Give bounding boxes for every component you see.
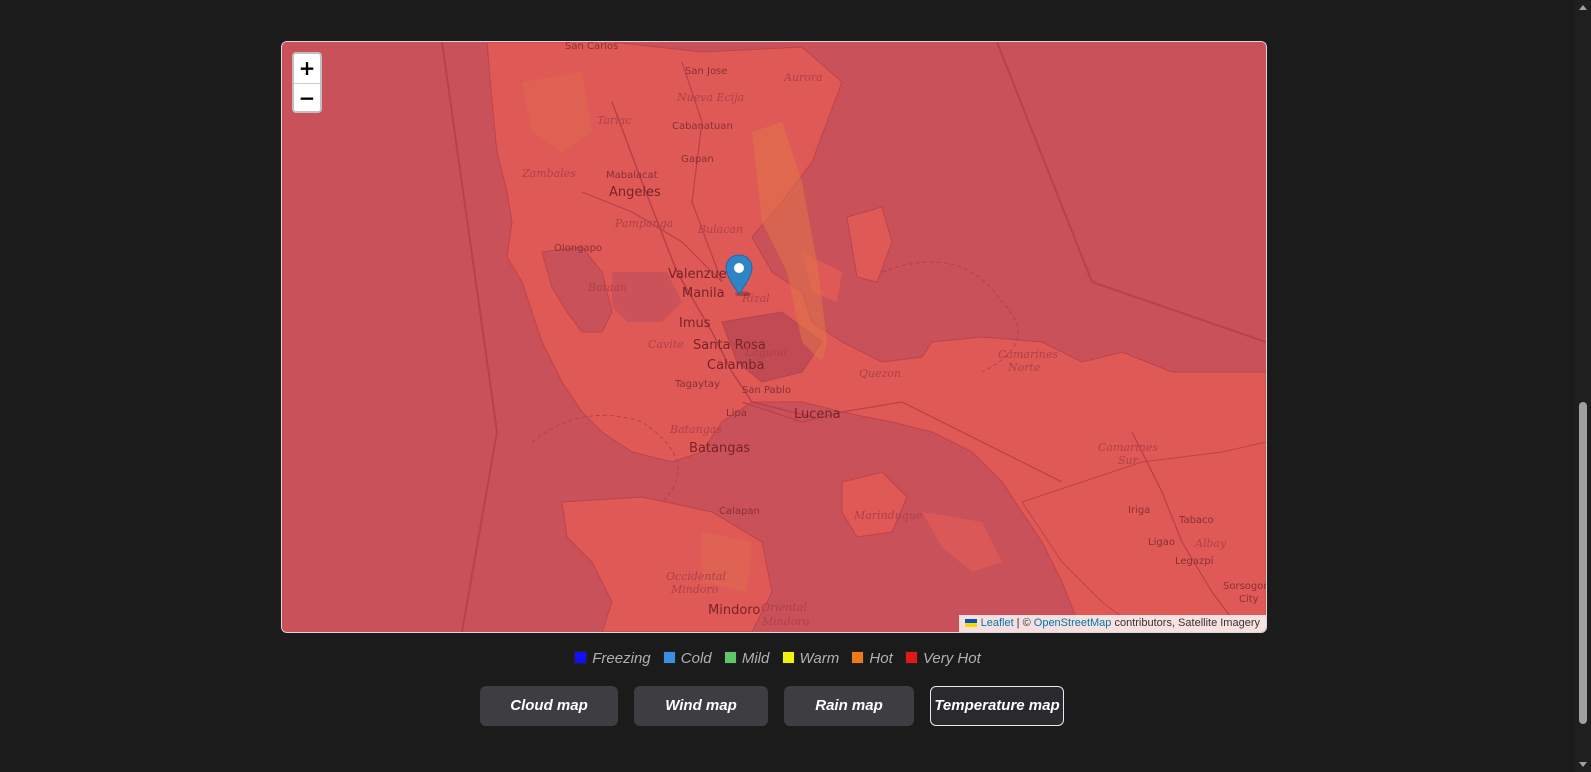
label-cabanatuan: Cabanatuan: [672, 121, 733, 132]
label-san-jose: San Jose: [685, 66, 728, 77]
legend-label-warm: Warm: [799, 650, 840, 667]
label-tabaco: Tabaco: [1179, 515, 1214, 526]
label-imus: Imus: [679, 316, 711, 331]
label-camarines-sur-2: Sur: [1118, 454, 1138, 467]
cloud-map-button[interactable]: Cloud map: [480, 686, 618, 726]
label-calamba: Calamba: [707, 358, 765, 373]
label-oriental-mindoro-2: Mindoro: [762, 615, 810, 628]
label-cavite: Cavite: [648, 338, 684, 351]
ukraine-flag-icon: [964, 619, 977, 627]
label-pampanga: Pampanga: [615, 217, 674, 230]
label-lucena: Lucena: [794, 407, 841, 422]
label-batangas: Batangas: [689, 441, 751, 456]
label-calapan: Calapan: [719, 506, 760, 517]
legend-swatch-mild: [723, 651, 737, 664]
label-camarines-sur-1: Camarines: [1098, 441, 1158, 454]
legend-label-cold: Cold: [680, 650, 712, 667]
scroll-up-arrow-icon[interactable]: [1579, 5, 1587, 10]
leaflet-link[interactable]: Leaflet: [981, 617, 1014, 629]
label-laguna: Laguna: [745, 346, 787, 359]
temperature-map[interactable]: San Carlos San Jose Aurora Nueva Ecija T…: [281, 41, 1267, 633]
scrollbar-thumb[interactable]: [1579, 402, 1587, 724]
legend-label-very-hot: Very Hot: [922, 650, 981, 667]
map-base-layer: [282, 42, 1266, 632]
label-san-pablo: San Pablo: [742, 385, 791, 396]
legend-swatch-very-hot: [904, 651, 918, 664]
label-manila: Manila: [682, 286, 725, 301]
label-marinduque: Marinduque: [854, 509, 923, 522]
label-legazpi: Legazpi: [1175, 556, 1214, 567]
legend-item-mild: Mild: [723, 650, 770, 667]
label-bulacan: Bulacan: [698, 223, 744, 236]
legend-label-freezing: Freezing: [592, 650, 651, 667]
label-gapan: Gapan: [681, 154, 714, 165]
label-albay: Albay: [1195, 537, 1227, 550]
map-attribution: Leaflet | © OpenStreetMap contributors, …: [958, 615, 1266, 632]
wind-map-button[interactable]: Wind map: [634, 686, 768, 726]
scroll-down-arrow-icon[interactable]: [1579, 762, 1587, 767]
label-aurora: Aurora: [784, 71, 823, 84]
rain-map-button[interactable]: Rain map: [784, 686, 914, 726]
label-ligao: Ligao: [1148, 537, 1175, 548]
temperature-map-button[interactable]: Temperature map: [930, 686, 1064, 726]
label-iriga: Iriga: [1128, 505, 1151, 516]
label-batangas-province: Batangas: [670, 423, 722, 436]
zoom-in-button[interactable]: +: [294, 54, 320, 84]
label-san-carlos: San Carlos: [565, 41, 619, 52]
page-scrollbar[interactable]: [1575, 0, 1591, 772]
label-nueva-ecija: Nueva Ecija: [677, 91, 745, 104]
legend-item-very-hot: Very Hot: [904, 650, 981, 667]
label-sorsogon-2: City: [1239, 594, 1259, 605]
legend-item-freezing: Freezing: [574, 650, 651, 667]
label-olongapo: Olongapo: [554, 243, 603, 254]
label-camarines-norte-1: Camarines: [998, 348, 1058, 361]
temperature-legend: Freezing Cold Mild Warm Hot Very Hot: [0, 650, 1555, 667]
label-camarines-norte-2: Norte: [1008, 361, 1041, 374]
legend-item-cold: Cold: [662, 650, 712, 667]
openstreetmap-link[interactable]: OpenStreetMap: [1034, 617, 1112, 629]
zoom-out-button[interactable]: −: [294, 84, 320, 111]
label-occidental-mindoro-1: Occidental: [666, 570, 726, 583]
legend-item-hot: Hot: [851, 650, 893, 667]
label-quezon: Quezon: [859, 367, 902, 380]
label-lipa: Lipa: [726, 408, 747, 419]
label-mindoro: Mindoro: [708, 603, 761, 618]
label-zambales: Zambales: [522, 167, 576, 180]
legend-swatch-cold: [662, 651, 676, 664]
legend-item-warm: Warm: [781, 650, 840, 667]
attribution-separator: | ©: [1013, 617, 1034, 629]
label-occidental-mindoro-2: Mindoro: [671, 583, 719, 596]
label-mabalacat: Mabalacat: [606, 170, 658, 181]
label-bataan: Bataan: [588, 281, 628, 294]
label-tarlac: Tarlac: [597, 114, 632, 127]
attribution-text: contributors, Satellite Imagery: [1111, 617, 1260, 629]
zoom-control: + −: [292, 52, 322, 113]
legend-swatch-hot: [851, 651, 865, 664]
label-oriental-mindoro-1: Oriental: [761, 601, 807, 614]
legend-swatch-freezing: [574, 651, 588, 664]
legend-label-mild: Mild: [741, 650, 770, 667]
legend-swatch-warm: [781, 651, 795, 664]
label-tagaytay: Tagaytay: [675, 379, 720, 390]
label-angeles: Angeles: [609, 185, 661, 200]
label-sorsogon-1: Sorsogon: [1223, 581, 1267, 592]
location-marker-icon[interactable]: [725, 254, 753, 296]
legend-label-hot: Hot: [869, 650, 893, 667]
